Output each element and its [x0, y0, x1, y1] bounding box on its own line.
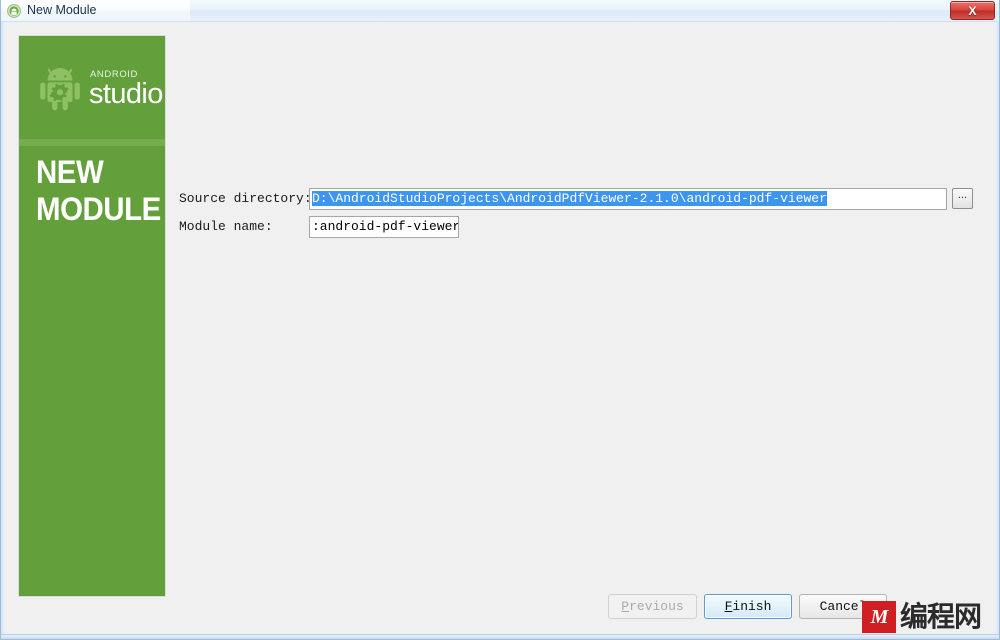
source-directory-input[interactable]: D:\AndroidStudioProjects\AndroidPdfViewe… — [309, 188, 947, 210]
branding-panel: ANDROID studio NEW MODULE — [19, 36, 165, 596]
ellipsis-icon: ... — [957, 189, 968, 201]
source-directory-label: Source directory: — [179, 191, 312, 206]
finish-button[interactable]: Finish — [704, 594, 792, 619]
panel-heading-line-1: NEW — [36, 154, 104, 190]
dialog-footer: Previous Finish Cancel — [5, 594, 995, 624]
new-module-dialog: New Module X ANDROID studio NEW MODULE S… — [0, 0, 1000, 640]
panel-divider — [19, 139, 165, 146]
module-name-input[interactable]: :android-pdf-viewer — [309, 216, 459, 238]
previous-button-mnemonic: P — [621, 599, 630, 614]
panel-heading: NEW MODULE — [36, 154, 161, 228]
source-directory-value: D:\AndroidStudioProjects\AndroidPdfViewe… — [312, 191, 827, 206]
window-frame-bottom — [0, 634, 1000, 640]
window-frame-right — [995, 22, 1000, 640]
finish-button-label: inish — [732, 599, 772, 614]
studio-wordmark: studio — [89, 78, 163, 110]
cancel-button-label: Cancel — [819, 599, 867, 614]
android-studio-logo-block: ANDROID studio — [19, 36, 165, 138]
site-watermark: M 编程网 — [862, 600, 982, 634]
android-robot-icon — [35, 62, 85, 112]
close-icon: X — [968, 4, 977, 18]
dialog-content: ANDROID studio NEW MODULE Source directo… — [5, 22, 995, 634]
panel-heading-line-2: MODULE — [36, 191, 161, 227]
watermark-badge: M — [862, 601, 896, 633]
form-area: Source directory: D:\AndroidStudioProjec… — [165, 36, 987, 596]
title-bar[interactable]: New Module X — [0, 0, 1000, 22]
browse-directory-button[interactable]: ... — [952, 188, 973, 209]
watermark-text: 编程网 — [900, 600, 982, 633]
close-button[interactable]: X — [950, 1, 995, 20]
window-title: New Module — [27, 3, 97, 17]
module-name-value: :android-pdf-viewer — [312, 219, 459, 234]
module-name-label: Module name: — [179, 219, 273, 234]
android-icon — [7, 4, 21, 18]
previous-button[interactable]: Previous — [608, 594, 697, 619]
previous-button-label: revious — [629, 599, 684, 614]
